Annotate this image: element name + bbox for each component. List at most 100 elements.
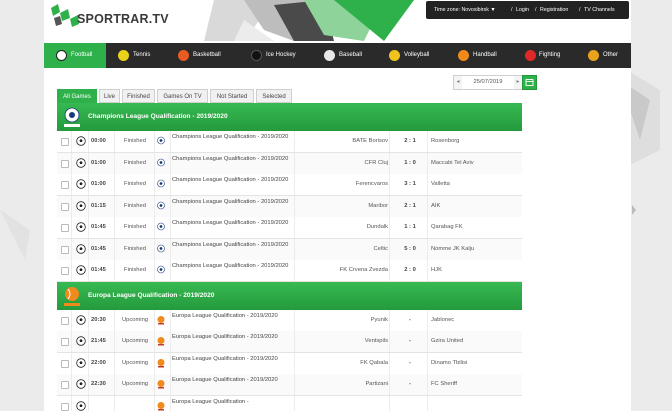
competition-name: Europa League Qualification - 2019/2020	[172, 355, 278, 362]
match-time: 01:45	[91, 245, 106, 252]
away-team[interactable]: Maccabi Tel Aviv	[431, 160, 474, 166]
home-team[interactable]: Dundalk	[367, 224, 388, 230]
volleyball-icon	[389, 50, 400, 61]
match-row[interactable]: 01:00 Finished Champions League Qualificat…	[57, 174, 522, 196]
away-team[interactable]: AIK	[431, 203, 440, 209]
match-score[interactable]: 2 : 1	[392, 203, 428, 209]
match-time: 22:30	[91, 381, 106, 387]
glove-icon	[525, 50, 536, 61]
select-checkbox[interactable]	[61, 381, 69, 389]
tab-all-games[interactable]: All Games	[57, 89, 97, 103]
home-team[interactable]: FK Qabala	[360, 360, 388, 366]
home-team[interactable]: BATE Borisov	[352, 138, 388, 144]
home-team[interactable]: CFR Cluj	[364, 160, 388, 166]
away-team[interactable]: Rosenborg	[431, 138, 459, 144]
tab-selected[interactable]: Selected	[256, 89, 292, 103]
match-row[interactable]: 01:45 Finished Champions League Qualificat…	[57, 238, 522, 261]
away-team[interactable]: HJK	[431, 267, 442, 273]
away-team[interactable]: Qarabag FK	[431, 224, 463, 230]
match-score[interactable]: -	[392, 381, 428, 387]
tab-finished[interactable]: Finished	[122, 89, 155, 103]
select-checkbox[interactable]	[61, 202, 69, 211]
select-checkbox[interactable]	[61, 316, 69, 325]
date-value[interactable]: 25/07/2019	[463, 79, 513, 85]
nav-item-basketball[interactable]: Basketball	[168, 43, 238, 68]
nav-item-baseball[interactable]: Baseball	[310, 43, 378, 68]
football-icon	[76, 157, 86, 168]
match-row[interactable]: Europa League Qualification -	[57, 395, 522, 411]
nav-item-handball[interactable]: Handball	[448, 43, 512, 68]
match-status: Upcoming	[121, 338, 149, 344]
match-row[interactable]: 01:00 Finished Champions League Qualificat…	[57, 152, 522, 175]
login-link[interactable]: Login	[516, 7, 529, 13]
tv-channels-link[interactable]: TV Channels	[584, 7, 615, 13]
champions-league-icon	[157, 222, 165, 231]
match-row[interactable]: 01:15 Finished Champions League Qualificat…	[57, 195, 522, 218]
league-header[interactable]: Europa League Qualification - 2019/2020	[57, 281, 522, 310]
nav-item-fighting[interactable]: Fighting	[512, 43, 574, 68]
next-day-button[interactable]: ▸	[514, 76, 522, 89]
match-time: 00:00	[91, 138, 106, 144]
tab-games-on-tv[interactable]: Games On TV	[157, 89, 208, 103]
match-row[interactable]: 20:30 Upcoming Europa League Qualification…	[57, 309, 522, 332]
select-checkbox[interactable]	[61, 138, 69, 146]
nav-item-tennis[interactable]: Tennis	[106, 43, 168, 68]
football-icon	[56, 50, 67, 61]
select-checkbox[interactable]	[61, 402, 69, 411]
home-team[interactable]: Ventspils	[365, 338, 388, 344]
match-score[interactable]: -	[392, 317, 428, 323]
nav-item-football[interactable]: Football	[44, 43, 106, 68]
away-team[interactable]: Valletta	[431, 181, 450, 187]
match-score[interactable]: 3 : 1	[392, 181, 428, 187]
away-team[interactable]: Jablonec	[431, 317, 454, 323]
away-team[interactable]: FC Sheriff	[431, 381, 457, 387]
league-header[interactable]: Champions League Qualification - 2019/20…	[57, 103, 522, 131]
tab-live[interactable]: Live	[99, 89, 120, 103]
timezone-dropdown[interactable]: Time zone: Novosibirsk ▼	[434, 7, 496, 13]
home-team[interactable]: Ferencvaros	[356, 181, 388, 187]
away-team[interactable]: Gzira United	[431, 338, 463, 344]
competition-name: Champions League Qualification - 2019/20…	[172, 220, 289, 226]
basketball-icon	[178, 50, 189, 61]
select-checkbox[interactable]	[61, 267, 69, 275]
calendar-icon[interactable]	[522, 75, 537, 90]
home-team[interactable]: Pyunik	[371, 317, 388, 323]
select-checkbox[interactable]	[61, 181, 69, 189]
registration-link[interactable]: Registration	[540, 7, 568, 13]
match-row[interactable]: 01:45 Finished Champions League Qualificat…	[57, 217, 522, 239]
select-checkbox[interactable]	[61, 359, 69, 368]
match-score[interactable]: 2 : 0	[392, 267, 428, 273]
match-row[interactable]: 21:45 Upcoming Europa League Qualification…	[57, 331, 522, 353]
home-team[interactable]: Celtic	[374, 246, 389, 252]
nav-item-volleyball[interactable]: Volleyball	[378, 43, 448, 68]
prev-day-button[interactable]: ◂	[454, 76, 462, 89]
nav-label: Ice Hockey	[266, 52, 296, 58]
champions-league-icon	[157, 158, 165, 166]
tab-not-started[interactable]: Not Started	[210, 89, 254, 103]
match-score[interactable]: -	[392, 338, 428, 344]
match-status: Finished	[124, 181, 146, 187]
away-team[interactable]: Dinamo Tbilisi	[431, 360, 467, 366]
select-checkbox[interactable]	[61, 245, 69, 254]
match-status: Upcoming	[121, 381, 149, 387]
home-team[interactable]: Maribor	[368, 203, 388, 209]
select-checkbox[interactable]	[61, 159, 69, 168]
match-score[interactable]: 2 : 1	[392, 138, 428, 144]
select-checkbox[interactable]	[61, 338, 69, 346]
match-score[interactable]: 5 : 0	[392, 246, 428, 252]
away-team[interactable]: Nomme JK Kalju	[431, 246, 474, 252]
competition-name: Europa League Qualification - 2019/2020	[172, 377, 278, 383]
match-row[interactable]: 22:30 Upcoming Europa League Qualification…	[57, 374, 522, 396]
home-team[interactable]: FK Crvena Zvezda	[340, 267, 388, 273]
match-score[interactable]: 1 : 1	[392, 224, 428, 230]
match-row[interactable]: 00:00 Finished Champions League Qualificat…	[57, 131, 522, 153]
nav-item-other[interactable]: Other	[574, 43, 631, 68]
nav-item-ice-hockey[interactable]: Ice Hockey	[238, 43, 310, 68]
home-team[interactable]: Partizani	[365, 381, 388, 387]
match-row[interactable]: 22:00 Upcoming Europa League Qualification…	[57, 352, 522, 375]
select-checkbox[interactable]	[61, 224, 69, 232]
match-score[interactable]: 1 : 0	[392, 160, 428, 166]
match-row[interactable]: 01:45 Finished Champions League Qualificat…	[57, 260, 522, 282]
match-score[interactable]: -	[392, 360, 428, 366]
site-logo-text[interactable]: SPORTRAR.TV	[77, 12, 169, 26]
